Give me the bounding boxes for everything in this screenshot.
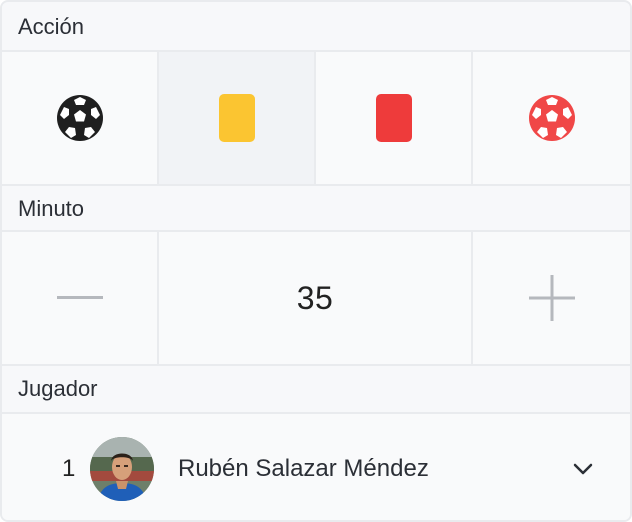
- action-selector: [2, 50, 630, 186]
- player-name: Rubén Salazar Méndez: [178, 455, 429, 482]
- chevron-down-icon[interactable]: [572, 462, 594, 476]
- action-red-card-button[interactable]: [316, 52, 473, 184]
- player-section-label: Jugador: [2, 366, 630, 412]
- action-section-label: Acción: [2, 4, 630, 50]
- minute-stepper: 35: [2, 230, 630, 366]
- minute-decrement-button[interactable]: [2, 232, 159, 364]
- minute-value: 35: [296, 279, 334, 316]
- action-own-goal-button[interactable]: [473, 52, 630, 184]
- red-card-icon: [375, 94, 412, 142]
- minus-icon: [56, 296, 103, 299]
- soccer-ball-icon: [56, 95, 103, 141]
- player-number: 1: [62, 455, 76, 482]
- player-select[interactable]: 1 Rubén Salazar Méndez: [2, 412, 630, 520]
- minute-increment-button[interactable]: [473, 232, 630, 364]
- event-form-panel: Acción Minuto 35 Jugador 1 Rubén Salazar…: [0, 0, 632, 522]
- soccer-ball-red-icon: [528, 95, 575, 141]
- player-avatar: [90, 437, 154, 501]
- plus-icon: [528, 275, 575, 321]
- minute-display: 35: [159, 232, 473, 364]
- minute-section-label: Minuto: [2, 186, 630, 232]
- action-yellow-card-button[interactable]: [159, 52, 316, 184]
- yellow-card-icon: [218, 94, 255, 142]
- action-goal-button[interactable]: [2, 52, 159, 184]
